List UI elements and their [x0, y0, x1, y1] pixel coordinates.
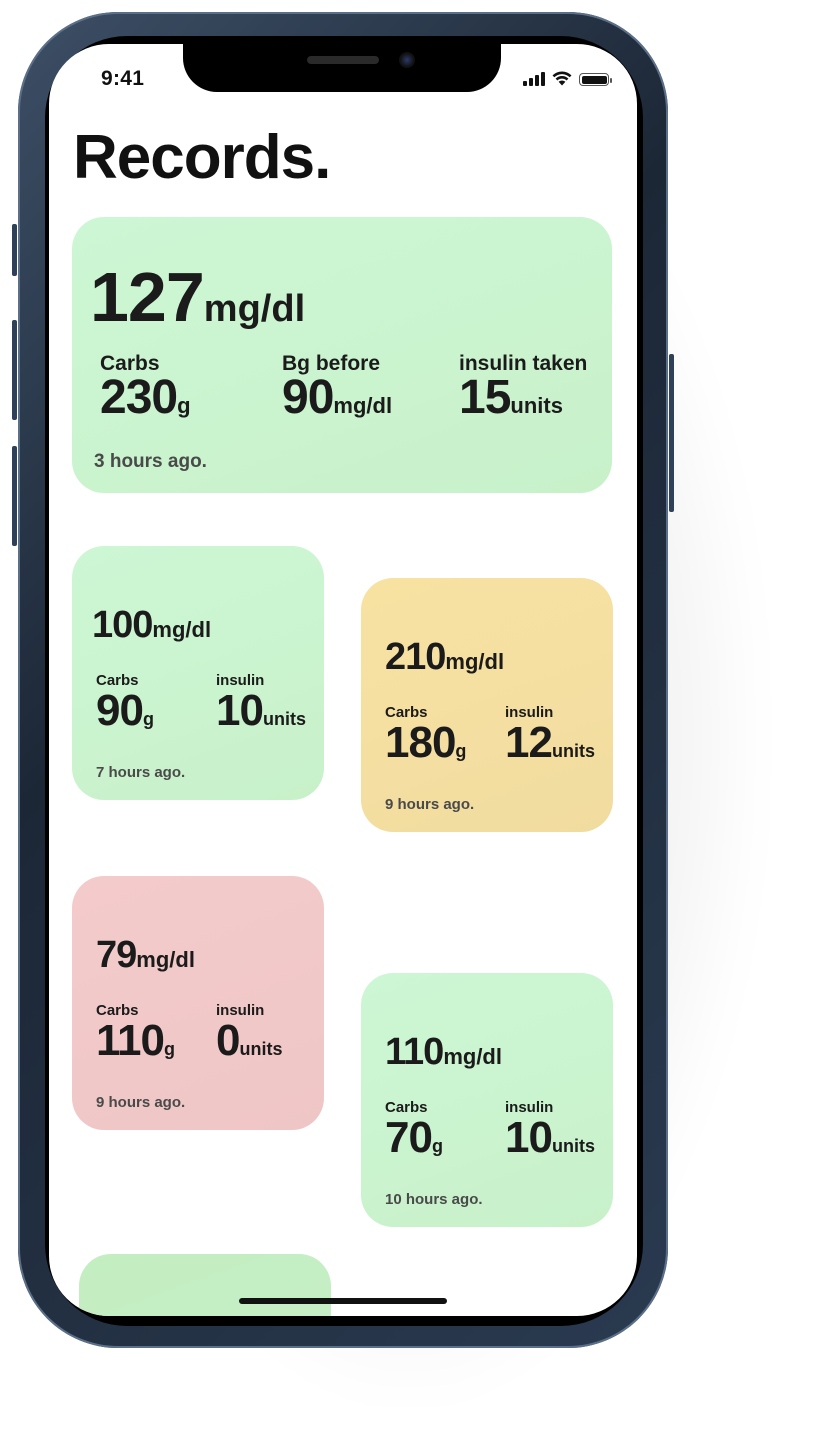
- time-ago: 3 hours ago.: [94, 451, 207, 472]
- insulin-stat: insulin 0units: [216, 1002, 282, 1063]
- glucose-value: 127: [90, 258, 205, 336]
- time-ago: 9 hours ago.: [385, 796, 475, 813]
- record-card[interactable]: 100mg/dl Carbs 90g insulin 10units 7 hou…: [72, 546, 324, 800]
- screen: 9:41 Records. 127mg/dl Carbs 230g Bg bef…: [49, 44, 637, 1316]
- insulin-stat: insulin 10units: [505, 1099, 595, 1160]
- page-title: Records.: [73, 123, 331, 192]
- glucose-reading: 210mg/dl: [385, 636, 504, 679]
- carbs-unit: g: [431, 1136, 443, 1156]
- insulin-unit: units: [551, 741, 595, 761]
- status-time: 9:41: [101, 67, 145, 90]
- glucose-unit: mg/dl: [152, 617, 212, 642]
- notch: [183, 44, 501, 92]
- bg-before-unit: mg/dl: [333, 393, 393, 418]
- battery-icon: [579, 73, 612, 86]
- featured-record-card[interactable]: 127mg/dl Carbs 230g Bg before 90mg/dl in…: [72, 217, 612, 493]
- insulin-unit: units: [510, 393, 563, 418]
- carbs-value: 180: [385, 718, 456, 767]
- carbs-unit: g: [163, 1039, 175, 1059]
- bg-before-stat: Bg before 90mg/dl: [282, 352, 393, 422]
- insulin-value: 10: [216, 686, 264, 735]
- carbs-unit: g: [455, 741, 467, 761]
- insulin-value: 12: [505, 718, 553, 767]
- time-ago: 10 hours ago.: [385, 1191, 483, 1208]
- record-card[interactable]: 110mg/dl Carbs 70g insulin 10units 10 ho…: [361, 973, 613, 1227]
- carbs-stat: Carbs 110g: [96, 1002, 175, 1063]
- record-card[interactable]: 210mg/dl Carbs 180g insulin 12units 9 ho…: [361, 578, 613, 832]
- carbs-stat: Carbs 70g: [385, 1099, 443, 1160]
- glucose-reading: 127mg/dl: [90, 257, 305, 337]
- carbs-stat: Carbs 230g: [100, 352, 191, 422]
- glucose-value: 100: [92, 604, 153, 646]
- insulin-value: 0: [216, 1016, 241, 1065]
- wifi-icon: [552, 71, 572, 86]
- insulin-stat: insulin 10units: [216, 672, 306, 733]
- glucose-reading: 110mg/dl: [385, 1031, 502, 1074]
- carbs-stat: Carbs 90g: [96, 672, 154, 733]
- record-card-partial[interactable]: [79, 1254, 331, 1316]
- insulin-stat: insulin 12units: [505, 704, 595, 765]
- volume-down-button: [12, 446, 17, 546]
- record-card[interactable]: 79mg/dl Carbs 110g insulin 0units 9 hour…: [72, 876, 324, 1130]
- insulin-unit: units: [262, 709, 306, 729]
- carbs-value: 90: [96, 686, 144, 735]
- carbs-value: 70: [385, 1113, 433, 1162]
- cellular-signal-icon: [523, 72, 545, 86]
- insulin-value: 10: [505, 1113, 553, 1162]
- glucose-value: 110: [385, 1031, 444, 1073]
- glucose-unit: mg/dl: [136, 947, 195, 972]
- glucose-unit: mg/dl: [203, 288, 306, 330]
- glucose-reading: 79mg/dl: [96, 934, 195, 977]
- insulin-value: 15: [459, 371, 511, 424]
- camera-icon: [399, 52, 415, 68]
- glucose-unit: mg/dl: [445, 649, 505, 674]
- volume-up-button: [12, 320, 17, 420]
- time-ago: 9 hours ago.: [96, 1094, 186, 1111]
- carbs-value: 110: [96, 1016, 165, 1065]
- glucose-value: 79: [96, 934, 137, 976]
- home-indicator[interactable]: [239, 1298, 447, 1304]
- carbs-value: 230: [100, 371, 178, 424]
- carbs-unit: g: [142, 709, 154, 729]
- bg-before-value: 90: [282, 371, 334, 424]
- carbs-unit: g: [177, 393, 191, 418]
- action-button: [12, 224, 17, 276]
- speaker: [307, 56, 379, 64]
- power-button: [669, 354, 674, 512]
- glucose-value: 210: [385, 636, 446, 678]
- glucose-unit: mg/dl: [443, 1044, 502, 1069]
- glucose-reading: 100mg/dl: [92, 604, 211, 647]
- insulin-unit: units: [551, 1136, 595, 1156]
- insulin-stat: insulin taken 15units: [459, 352, 587, 422]
- time-ago: 7 hours ago.: [96, 764, 186, 781]
- status-icons: [523, 70, 612, 86]
- insulin-unit: units: [239, 1039, 283, 1059]
- carbs-stat: Carbs 180g: [385, 704, 466, 765]
